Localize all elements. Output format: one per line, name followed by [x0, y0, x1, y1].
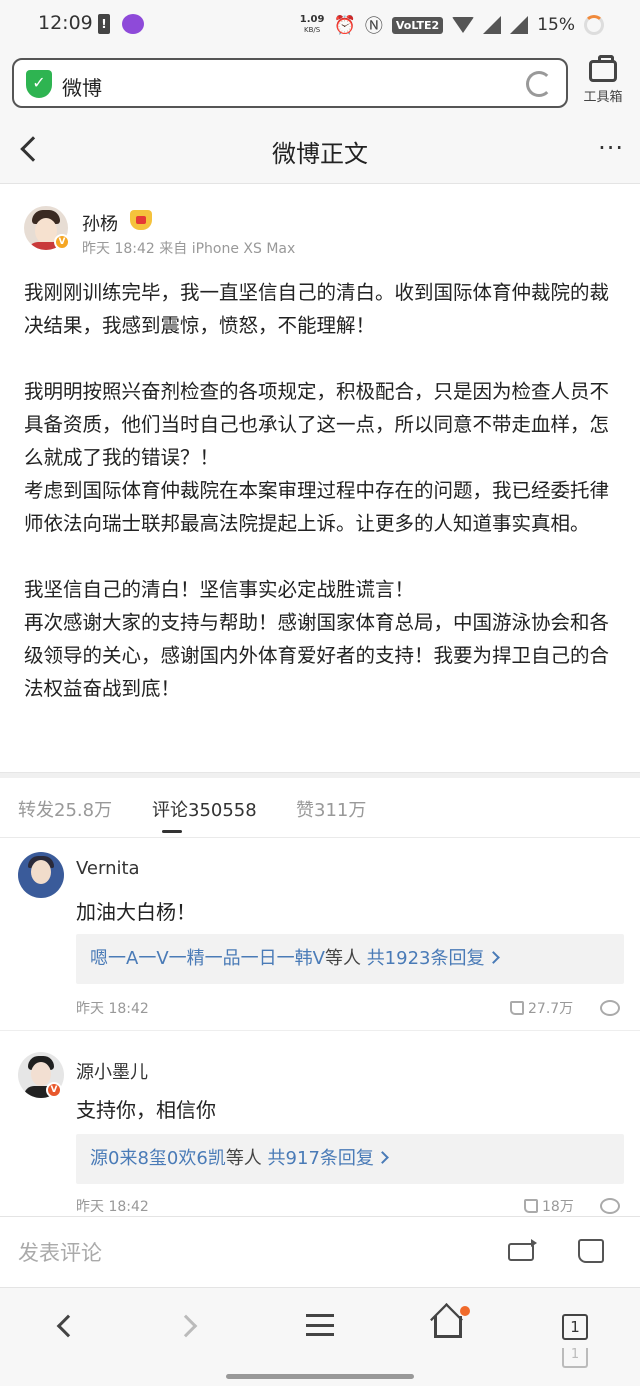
- like-icon[interactable]: [578, 1239, 604, 1263]
- wifi-icon: [452, 17, 475, 33]
- active-tab-indicator: [162, 830, 182, 833]
- volte-badge: VoLTE2: [391, 16, 444, 34]
- battery-icon: [584, 15, 604, 35]
- author-name[interactable]: 孙杨: [82, 210, 118, 236]
- alarm-icon: ⏰: [333, 14, 356, 36]
- address-bar[interactable]: ✓ 微博: [12, 58, 568, 108]
- commenter-name[interactable]: 源小墨儿: [76, 1058, 148, 1084]
- comment-like-button[interactable]: 18万: [524, 1196, 574, 1216]
- security-shield-icon: ✓: [26, 70, 52, 98]
- comment-input[interactable]: 发表评论: [18, 1237, 102, 1267]
- more-options-icon[interactable]: ···: [598, 134, 624, 162]
- tabs-count-ghost: 1: [562, 1348, 588, 1368]
- home-icon[interactable]: [434, 1316, 462, 1338]
- post-paragraph: 考虑到国际体育仲裁院在本案审理过程中存在的问题，我已经委托律师依法向瑞士联邦最高…: [24, 479, 610, 535]
- tab-likes[interactable]: 赞311万: [296, 796, 366, 822]
- comment-divider: [0, 1030, 640, 1031]
- battery-percent: 15%: [537, 15, 575, 35]
- home-indicator[interactable]: [226, 1374, 414, 1379]
- toolbox-label: 工具箱: [583, 90, 623, 105]
- vip-crown-icon: [130, 210, 152, 230]
- post-meta: 昨天 18:42 来自 iPhone XS Max: [82, 241, 296, 257]
- post-paragraph: 我明明按照兴奋剂检查的各项规定，积极配合，只是因为检查人员不具备资质，他们当时自…: [24, 380, 610, 469]
- home-notification-dot: [460, 1306, 470, 1316]
- status-bar: 12:09 ! 1.09 KB/S ⏰ Ⓝ VoLTE2 15%: [0, 0, 640, 52]
- toolbox-button[interactable]: 工具箱: [578, 55, 628, 112]
- chevron-right-icon: [376, 1151, 389, 1164]
- tabs-count-button[interactable]: 1: [562, 1314, 588, 1340]
- page-title: 微博正文: [272, 140, 368, 168]
- comment-replies-link[interactable]: 嗯一A一V一精一品一日一韩V等人 共1923条回复: [76, 934, 624, 984]
- app-notification-icon: [122, 14, 144, 34]
- repost-icon[interactable]: [508, 1239, 537, 1261]
- tab-comments[interactable]: 评论350558: [152, 796, 257, 822]
- signal-icon-1: [483, 16, 502, 34]
- commenter-name[interactable]: Vernita: [76, 858, 140, 879]
- nav-forward-icon[interactable]: [174, 1314, 198, 1338]
- verified-badge-icon: V: [46, 1082, 62, 1098]
- nfc-icon: Ⓝ: [364, 16, 383, 37]
- browser-toolbar: ✓ 微博 工具箱: [0, 52, 640, 118]
- commenter-avatar[interactable]: [18, 852, 64, 898]
- reload-icon[interactable]: [526, 71, 552, 97]
- browser-bottom-nav: 1 1: [0, 1287, 640, 1386]
- comment-replies-link[interactable]: 源0来8玺0欢6凯等人 共917条回复: [76, 1134, 624, 1184]
- toolbox-icon: [589, 55, 617, 82]
- post-paragraph: 我坚信自己的清白！坚信事实必定战胜谎言！: [24, 578, 415, 601]
- reply-bubble-icon[interactable]: [600, 1198, 620, 1214]
- address-text[interactable]: 微博: [62, 72, 102, 101]
- comment-like-button[interactable]: 27.7万: [510, 998, 573, 1018]
- status-icons: 1.09 KB/S ⏰ Ⓝ VoLTE2 15%: [300, 10, 604, 40]
- alert-icon: !: [98, 14, 110, 34]
- network-speed: 1.09 KB/S: [299, 14, 325, 35]
- thumbs-up-icon: [524, 1199, 538, 1213]
- nav-back-icon[interactable]: [56, 1314, 80, 1338]
- comment-text: 加油大白杨！: [76, 900, 196, 924]
- comment-time: 昨天 18:42: [76, 1199, 149, 1215]
- post-paragraph: 再次感谢大家的支持与帮助！感谢国家体育总局，中国游泳协会和各级领导的关心，感谢国…: [24, 611, 610, 700]
- post-paragraph: 我刚刚训练完毕，我一直坚信自己的清白。收到国际体育仲裁院的裁决结果，我感到震惊，…: [24, 281, 610, 337]
- menu-icon[interactable]: [306, 1314, 334, 1336]
- comment-time: 昨天 18:42: [76, 1001, 149, 1017]
- page-header: 微博正文 ···: [0, 118, 640, 184]
- tab-repost[interactable]: 转发25.8万: [18, 796, 112, 822]
- thumbs-up-icon: [510, 1001, 524, 1015]
- verified-badge-icon: V: [54, 234, 70, 250]
- interaction-tabs: 转发25.8万 评论350558 赞311万: [0, 778, 640, 838]
- comment-input-bar: 发表评论: [0, 1216, 640, 1286]
- status-time: 12:09: [38, 12, 93, 34]
- comment-text: 支持你，相信你: [76, 1098, 216, 1122]
- reply-bubble-icon[interactable]: [600, 1000, 620, 1016]
- signal-icon-2: [510, 16, 529, 34]
- chevron-right-icon: [486, 951, 500, 964]
- post-content: 我刚刚训练完毕，我一直坚信自己的清白。收到国际体育仲裁院的裁决结果，我感到震惊，…: [24, 276, 624, 705]
